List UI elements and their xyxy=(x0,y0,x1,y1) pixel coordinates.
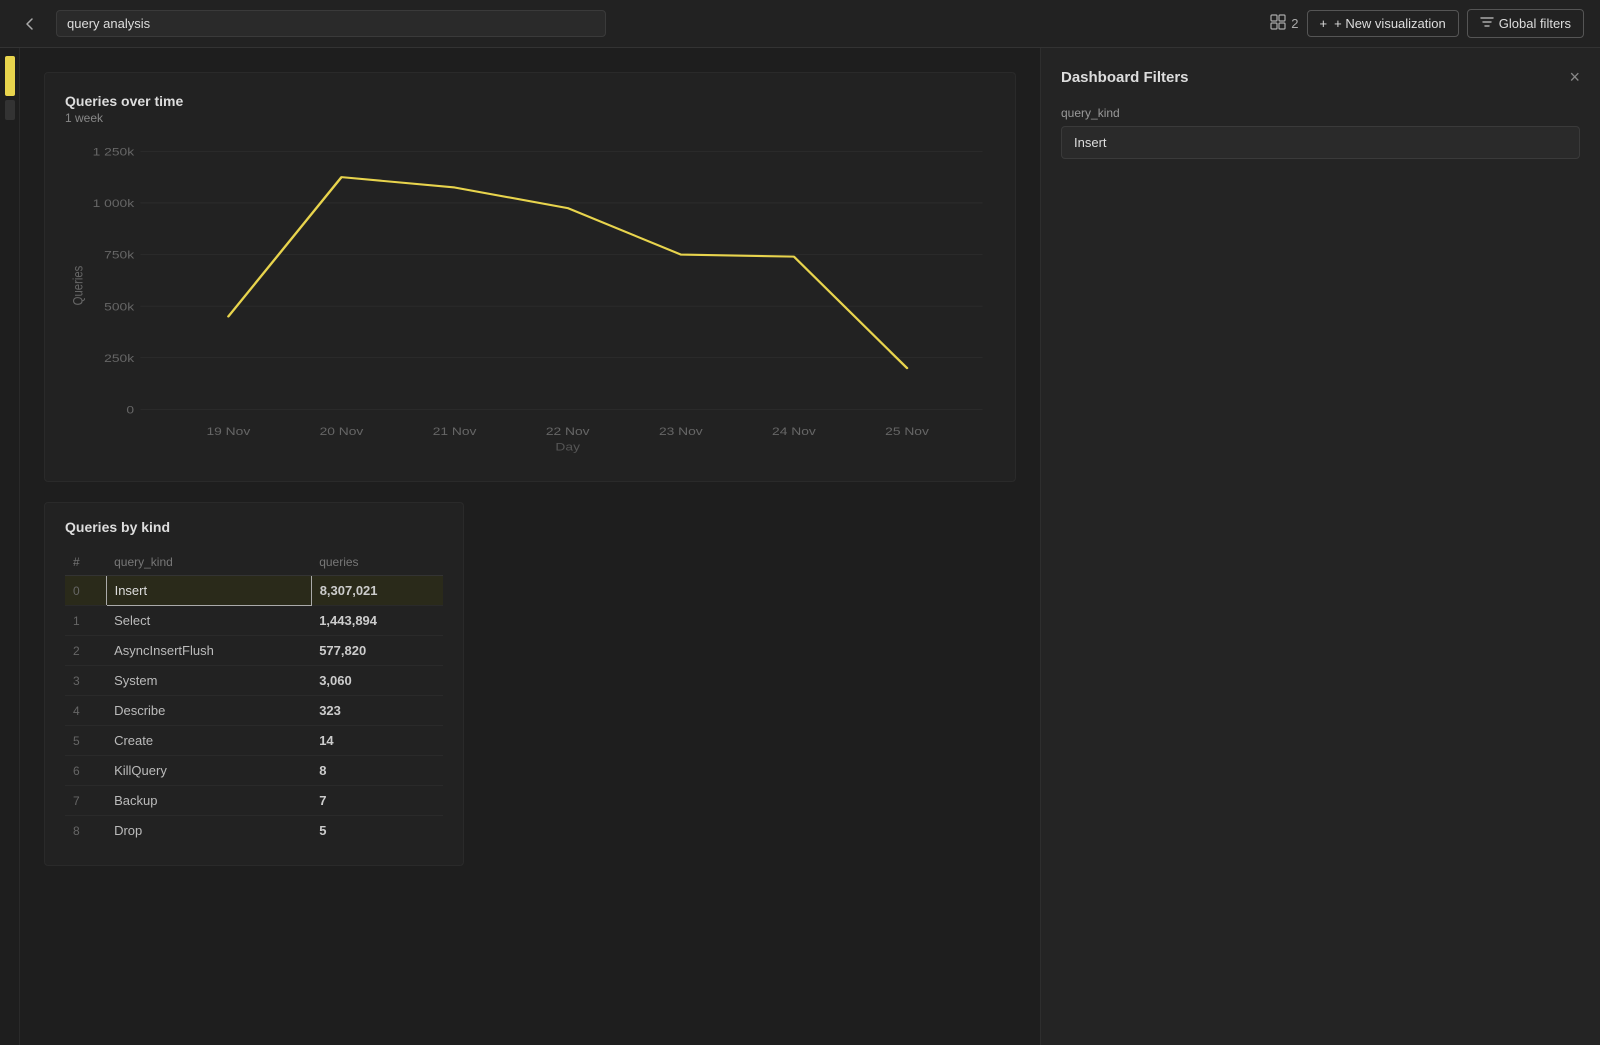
main-layout: Queries over time 1 week 1 250k 1 000k 7… xyxy=(0,48,1600,1045)
chart-container: 1 250k 1 000k 750k 500k 250k 0 Queries 1… xyxy=(65,141,995,461)
queries-table: # query_kind queries 0Insert8,307,0211Se… xyxy=(65,549,443,845)
panel-title: Dashboard Filters xyxy=(1061,69,1189,86)
table-cell-queries: 323 xyxy=(311,696,443,726)
dashboard-title-input[interactable] xyxy=(56,10,606,37)
sidebar-active-indicator xyxy=(5,56,15,96)
table-cell-num: 5 xyxy=(65,726,106,756)
table-cell-num: 0 xyxy=(65,576,106,606)
panel-header: Dashboard Filters × xyxy=(1061,68,1580,86)
viz-count-number: 2 xyxy=(1291,16,1298,31)
line-chart-svg: 1 250k 1 000k 750k 500k 250k 0 Queries 1… xyxy=(65,141,995,461)
viz-count: 2 xyxy=(1270,14,1298,33)
table-cell-queries: 14 xyxy=(311,726,443,756)
plus-icon: + xyxy=(1320,16,1328,31)
filter-label: query_kind xyxy=(1061,106,1580,120)
svg-text:25 Nov: 25 Nov xyxy=(885,425,929,438)
table-cell-queries: 1,443,894 xyxy=(311,606,443,636)
table-cell-kind: Drop xyxy=(106,816,311,846)
table-cell-kind: Select xyxy=(106,606,311,636)
table-cell-num: 1 xyxy=(65,606,106,636)
table-cell-queries: 577,820 xyxy=(311,636,443,666)
table-cell-kind: Insert xyxy=(106,576,311,606)
table-row[interactable]: 4Describe323 xyxy=(65,696,443,726)
svg-text:0: 0 xyxy=(126,404,134,417)
table-cell-num: 4 xyxy=(65,696,106,726)
close-button[interactable]: × xyxy=(1569,68,1580,86)
table-row[interactable]: 2AsyncInsertFlush577,820 xyxy=(65,636,443,666)
chart-panel: Queries over time 1 week 1 250k 1 000k 7… xyxy=(44,72,1016,482)
svg-text:20 Nov: 20 Nov xyxy=(320,425,364,438)
svg-text:23 Nov: 23 Nov xyxy=(659,425,703,438)
table-cell-num: 8 xyxy=(65,816,106,846)
col-header-num: # xyxy=(65,549,106,576)
svg-text:21 Nov: 21 Nov xyxy=(433,425,477,438)
table-header: # query_kind queries xyxy=(65,549,443,576)
new-visualization-button[interactable]: + + New visualization xyxy=(1307,10,1459,37)
svg-text:19 Nov: 19 Nov xyxy=(207,425,251,438)
table-cell-kind: Describe xyxy=(106,696,311,726)
table-cell-kind: Backup xyxy=(106,786,311,816)
table-row[interactable]: 1Select1,443,894 xyxy=(65,606,443,636)
svg-text:1 250k: 1 250k xyxy=(93,146,135,159)
svg-text:500k: 500k xyxy=(104,300,135,313)
table-cell-queries: 3,060 xyxy=(311,666,443,696)
svg-text:Day: Day xyxy=(555,441,580,454)
table-cell-num: 7 xyxy=(65,786,106,816)
sidebar-inactive-indicator xyxy=(5,100,15,120)
table-cell-num: 2 xyxy=(65,636,106,666)
table-row[interactable]: 5Create14 xyxy=(65,726,443,756)
chart-subtitle: 1 week xyxy=(65,111,995,125)
topbar-actions: 2 + + New visualization Global filters xyxy=(1270,9,1584,38)
svg-text:1 000k: 1 000k xyxy=(93,197,135,210)
table-cell-queries: 5 xyxy=(311,816,443,846)
svg-text:22 Nov: 22 Nov xyxy=(546,425,590,438)
table-cell-kind: AsyncInsertFlush xyxy=(106,636,311,666)
table-cell-queries: 7 xyxy=(311,786,443,816)
table-row[interactable]: 3System3,060 xyxy=(65,666,443,696)
chart-title: Queries over time xyxy=(65,93,995,109)
viz-count-icon xyxy=(1270,14,1286,33)
table-cell-kind: KillQuery xyxy=(106,756,311,786)
svg-text:Queries: Queries xyxy=(71,266,86,306)
table-row[interactable]: 6KillQuery8 xyxy=(65,756,443,786)
table-panel: Queries by kind # query_kind queries 0In… xyxy=(44,502,464,866)
svg-text:250k: 250k xyxy=(104,352,135,365)
svg-text:24 Nov: 24 Nov xyxy=(772,425,816,438)
content-area: Queries over time 1 week 1 250k 1 000k 7… xyxy=(20,48,1040,1045)
left-sidebar-strip xyxy=(0,48,20,1045)
table-row[interactable]: 8Drop5 xyxy=(65,816,443,846)
filter-icon xyxy=(1480,15,1494,32)
table-body: 0Insert8,307,0211Select1,443,8942AsyncIn… xyxy=(65,576,443,846)
table-cell-num: 3 xyxy=(65,666,106,696)
topbar: 2 + + New visualization Global filters xyxy=(0,0,1600,48)
table-cell-kind: Create xyxy=(106,726,311,756)
table-cell-num: 6 xyxy=(65,756,106,786)
table-cell-kind: System xyxy=(106,666,311,696)
table-cell-queries: 8 xyxy=(311,756,443,786)
svg-text:750k: 750k xyxy=(104,249,135,262)
table-row[interactable]: 0Insert8,307,021 xyxy=(65,576,443,606)
filter-value[interactable]: Insert xyxy=(1061,126,1580,159)
col-header-kind: query_kind xyxy=(106,549,311,576)
table-title: Queries by kind xyxy=(65,519,443,535)
table-row[interactable]: 7Backup7 xyxy=(65,786,443,816)
back-button[interactable] xyxy=(16,10,44,38)
dashboard-filters-panel: Dashboard Filters × query_kind Insert xyxy=(1040,48,1600,1045)
col-header-queries: queries xyxy=(311,549,443,576)
table-cell-queries: 8,307,021 xyxy=(311,576,443,606)
global-filters-button[interactable]: Global filters xyxy=(1467,9,1584,38)
chart-line xyxy=(228,177,907,368)
